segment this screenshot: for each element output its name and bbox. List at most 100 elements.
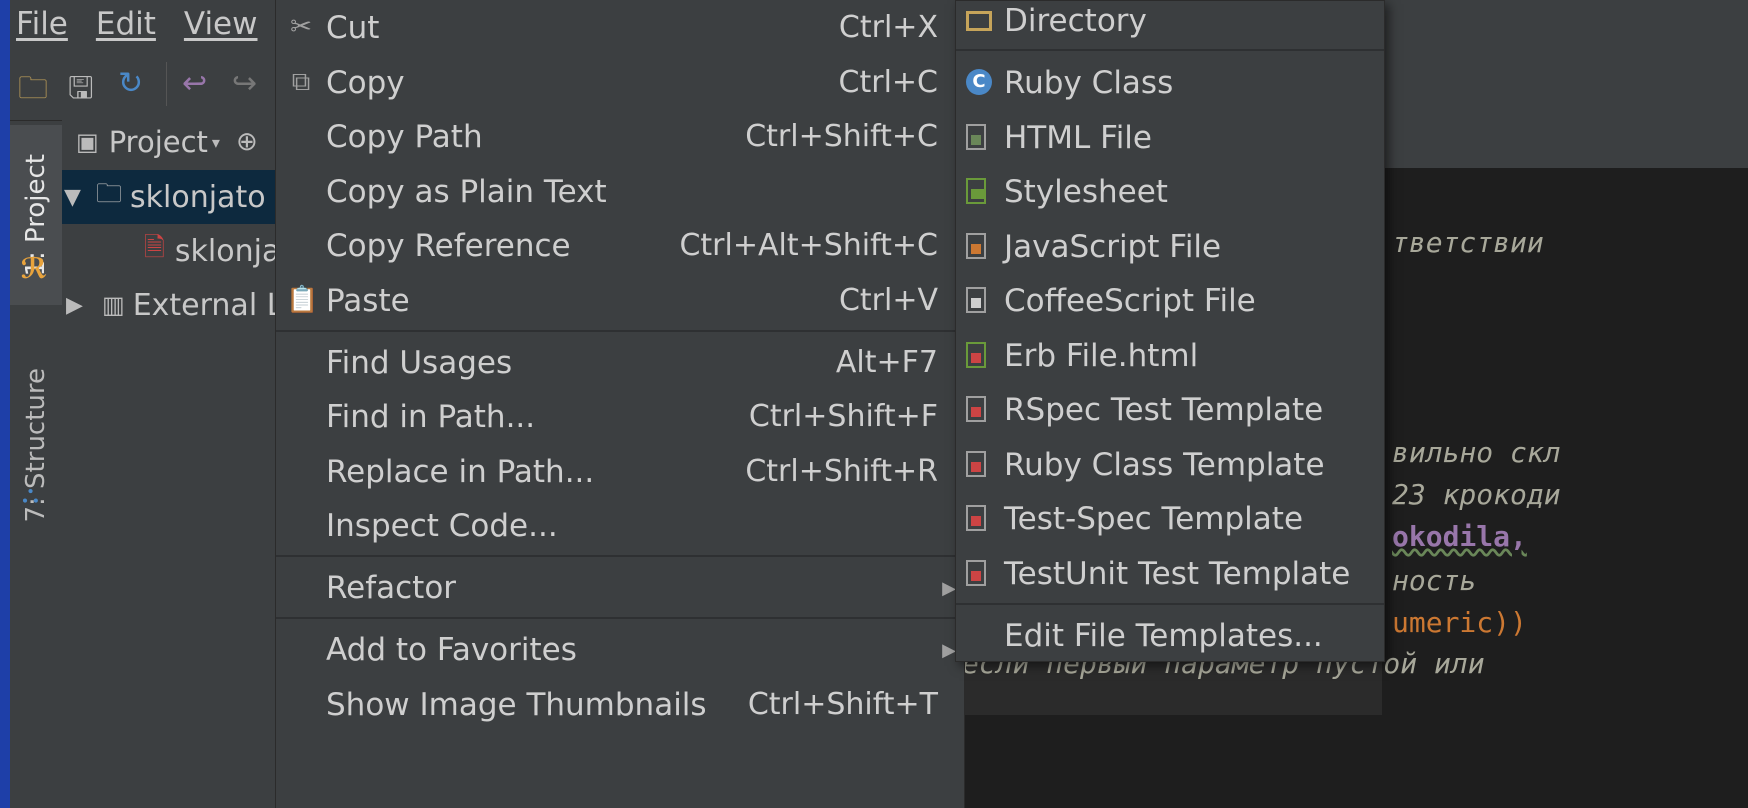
redo-icon[interactable]: ↪ [232,66,257,101]
code-line: 23 крокоди [1392,478,1561,511]
code-editor[interactable]: тветствии вильно скл 23 крокоди okodila,… [1382,168,1748,808]
menu-item-copy-plain-text[interactable]: Copy as Plain Text [276,166,964,220]
menu-item-label: Find Usages [326,345,513,381]
menu-item-label: Paste [326,283,410,319]
open-folder-icon[interactable]: 🗀 [18,66,48,117]
tree-item-label: External L [132,287,284,323]
code-line: umeric)) [1392,606,1527,639]
submenu-item-label: Test-Spec Template [1004,501,1304,537]
menu-item-copy-path[interactable]: Copy Path Ctrl+Shift+C [276,111,964,165]
copy-icon: ⧉ [291,67,311,97]
undo-icon[interactable]: ↩ [182,66,207,101]
target-icon[interactable]: ⊕ [236,127,258,157]
tree-item-label: sklonja [174,233,281,269]
submenu-item-directory[interactable]: Directory [956,0,1384,49]
menu-item-label: Cut [326,10,380,46]
right-top-area [1382,0,1748,48]
template-file-icon [966,396,992,426]
save-icon[interactable]: 🖫 [68,66,94,117]
structure-icon: ⛬ [22,480,39,508]
menu-item-label: Copy [326,65,405,101]
ruby-class-icon: C [966,69,992,99]
erb-file-icon [966,342,992,372]
submenu-item-test-spec-template[interactable]: Test-Spec Template [956,493,1384,547]
right-toolbar-area [1382,48,1748,169]
tree-item-label: sklonjato [130,179,266,215]
code-editor-bottom: если первый параметр пустой или [962,647,1748,808]
menu-item-label: Copy Path [326,119,483,155]
menu-item-inspect-code[interactable]: Inspect Code... [276,500,964,554]
menu-view[interactable]: View [184,6,258,42]
menu-item-label: Find in Path... [326,399,536,435]
submenu-separator [956,603,1384,605]
menu-separator [276,555,964,557]
menu-item-add-to-favorites[interactable]: Add to Favorites ▶ [276,624,964,678]
css-file-icon [966,178,992,208]
submenu-item-label: Ruby Class [1004,65,1174,101]
submenu-item-erb-file[interactable]: Erb File.html [956,330,1384,384]
menu-item-show-image-thumbnails[interactable]: Show Image Thumbnails Ctrl+Shift+T [276,679,964,733]
tool-tab-structure[interactable]: 7: Structure [10,350,62,540]
ruby-file-icon: 🗎 [144,233,165,263]
menu-item-shortcut: Ctrl+X [838,10,938,45]
submenu-item-stylesheet[interactable]: Stylesheet [956,166,1384,220]
code-line: okodila, [1392,520,1527,553]
submenu-item-rspec-template[interactable]: RSpec Test Template [956,384,1384,438]
submenu-item-label: RSpec Test Template [1004,392,1324,428]
menu-item-shortcut: Alt+F7 [835,345,938,380]
coffee-file-icon [966,287,992,317]
submenu-item-label: HTML File [1004,120,1152,156]
menu-file[interactable]: File [16,6,68,42]
code-line: вильно скл [1392,436,1561,469]
collapse-arrow-icon[interactable]: ▶ [66,293,88,318]
submenu-item-ruby-class[interactable]: C Ruby Class [956,57,1384,111]
menu-item-refactor[interactable]: Refactor ▶ [276,562,964,616]
submenu-arrow-icon: ▶ [942,578,956,599]
main-toolbar: 🗀 🖫 ↻ ↩ ↪ [10,48,310,121]
scissors-icon: ✂ [290,12,312,42]
rubymine-icon: ℛ [20,252,48,285]
submenu-item-ruby-class-template[interactable]: Ruby Class Template [956,439,1384,493]
code-line: ность [1392,564,1477,597]
sync-icon[interactable]: ↻ [118,66,143,101]
folder-icon: 🗀 [96,179,123,209]
project-view-dropdown[interactable]: Project [109,125,208,159]
submenu-item-testunit-template[interactable]: TestUnit Test Template [956,548,1384,602]
submenu-item-label: TestUnit Test Template [1004,556,1351,592]
menu-item-cut[interactable]: ✂ Cut Ctrl+X [276,2,964,56]
js-file-icon [966,233,992,263]
menu-item-shortcut: Ctrl+Shift+R [745,454,938,489]
expand-arrow-icon[interactable]: ▼ [64,185,86,210]
menu-separator [276,330,964,332]
submenu-item-coffeescript-file[interactable]: CoffeeScript File [956,275,1384,329]
submenu-item-html-file[interactable]: HTML File [956,112,1384,166]
submenu-item-label: Directory [1004,3,1147,39]
menu-item-label: Inspect Code... [326,508,558,544]
menu-item-shortcut: Ctrl+Alt+Shift+C [679,228,938,263]
chevron-down-icon[interactable]: ▾ [212,133,220,152]
submenu-item-label: CoffeeScript File [1004,283,1256,319]
template-file-icon [966,451,992,481]
html-file-icon [966,124,992,154]
menu-edit[interactable]: Edit [96,6,156,42]
menu-item-label: Copy as Plain Text [326,174,607,210]
menu-item-find-usages[interactable]: Find Usages Alt+F7 [276,337,964,391]
menu-item-label: Replace in Path... [326,454,595,490]
menu-item-replace-in-path[interactable]: Replace in Path... Ctrl+Shift+R [276,446,964,500]
menu-item-copy-reference[interactable]: Copy Reference Ctrl+Alt+Shift+C [276,220,964,274]
menu-bar: File Edit View N [10,0,310,48]
menu-item-paste[interactable]: 📋 Paste Ctrl+V [276,275,964,329]
menu-item-find-in-path[interactable]: Find in Path... Ctrl+Shift+F [276,391,964,445]
submenu-item-label: Stylesheet [1004,174,1168,210]
menu-item-shortcut: Ctrl+Shift+C [745,119,938,154]
submenu-item-edit-file-templates[interactable]: Edit File Templates... [956,610,1384,664]
menu-separator [276,617,964,619]
submenu-item-label: Erb File.html [1004,338,1199,374]
code-line: тветствии [1392,226,1544,259]
submenu-item-label: Edit File Templates... [1004,618,1323,654]
submenu-item-javascript-file[interactable]: JavaScript File [956,221,1384,275]
menu-item-copy[interactable]: ⧉ Copy Ctrl+C [276,57,964,111]
project-view-icon: ▣ [76,128,99,156]
submenu-item-label: JavaScript File [1004,229,1222,265]
menu-item-shortcut: Ctrl+C [838,65,938,100]
